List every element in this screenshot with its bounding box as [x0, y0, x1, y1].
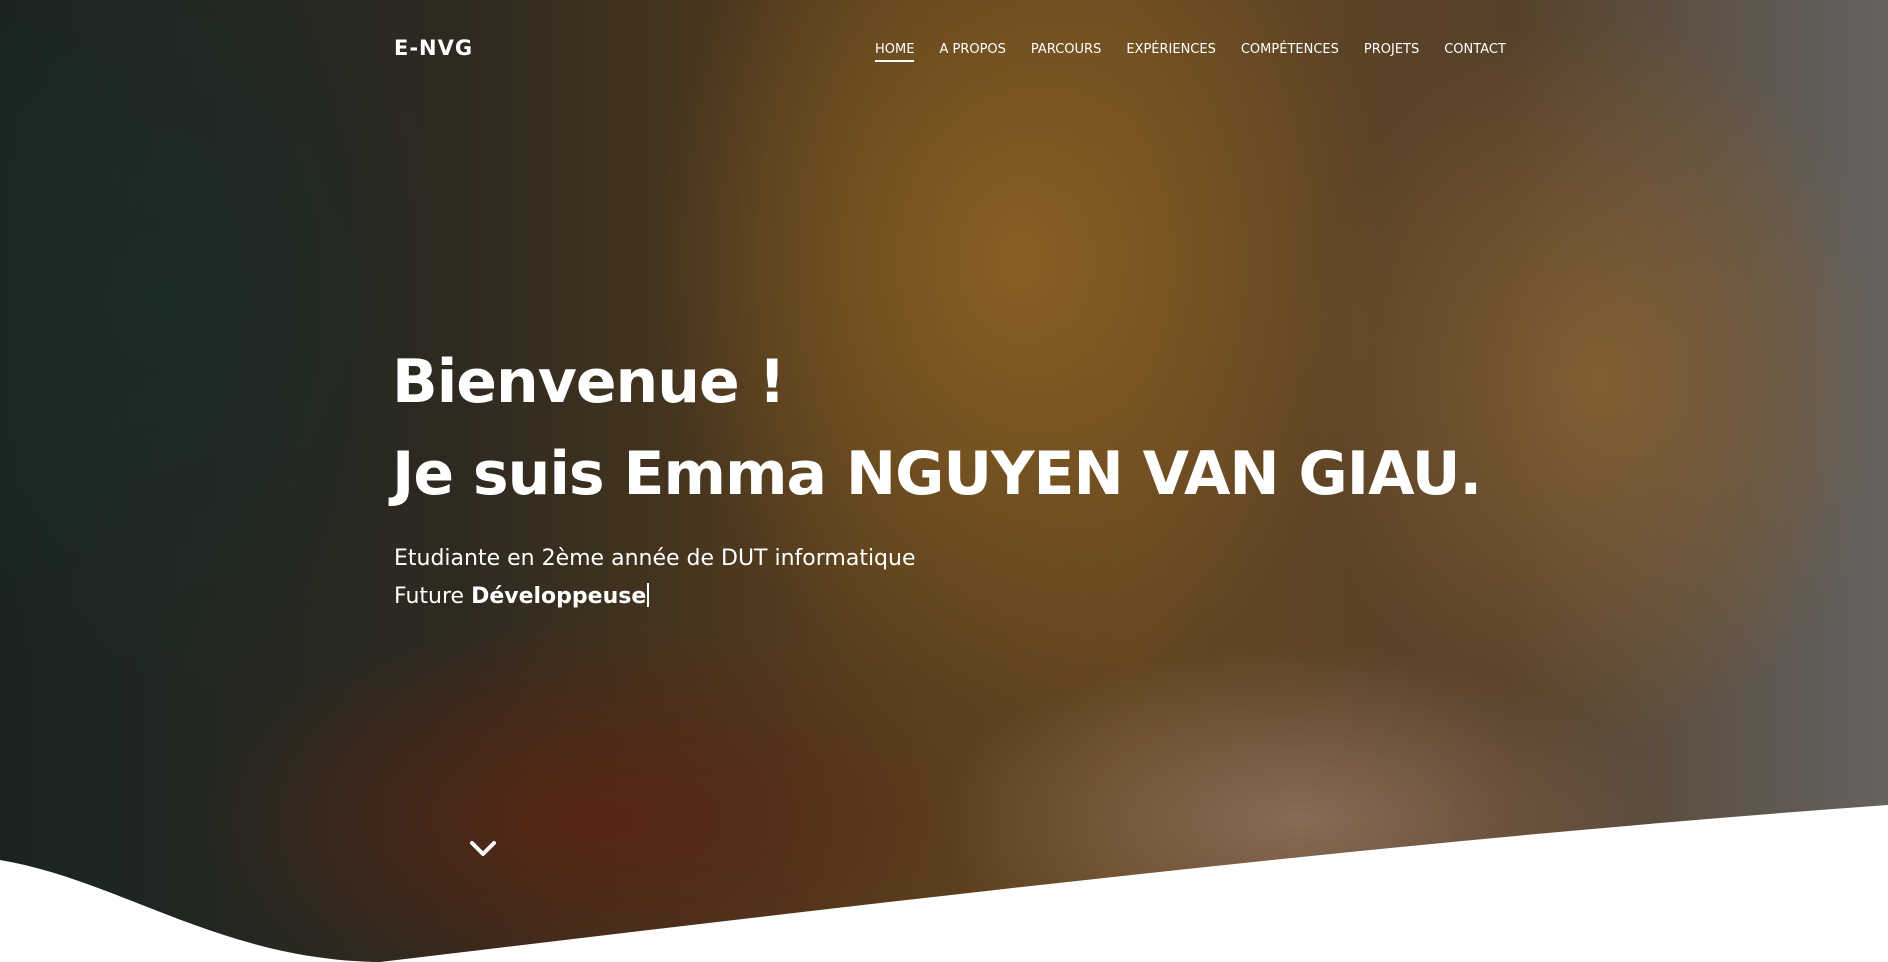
bottom-wave-divider: [0, 805, 1888, 962]
hero-section: E-NVG HOME A PROPOS PARCOURS EXPÉRIENCES…: [0, 0, 1888, 962]
chevron-down-icon[interactable]: [466, 836, 500, 862]
